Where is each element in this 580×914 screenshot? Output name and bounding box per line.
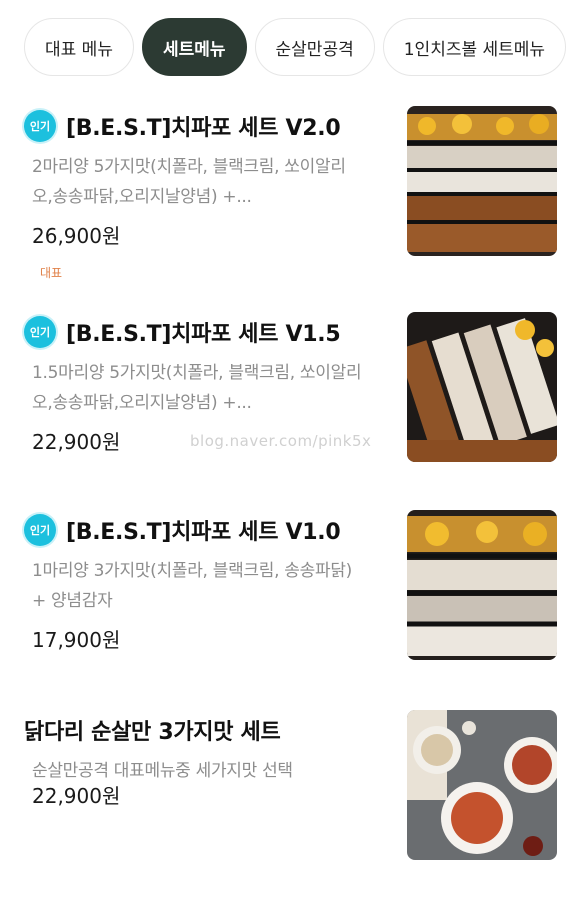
popular-badge: 인기 bbox=[24, 110, 56, 142]
watermark: blog.naver.com/pink5x bbox=[190, 432, 372, 450]
tab-cheeseball-set[interactable]: 1인치즈볼 세트메뉴 bbox=[382, 18, 567, 76]
menu-item-photo bbox=[407, 106, 557, 256]
menu-item-price: 17,900원 bbox=[32, 628, 121, 652]
menu-item-photo bbox=[407, 510, 557, 660]
menu-item-title-row: 인기 [B.E.S.T]치파포 세트 V1.5 bbox=[24, 316, 341, 348]
menu-item-description: 1마리양 3가지맛(치폴라, 블랙크림, 송송파닭) + 양념감자 bbox=[32, 561, 352, 611]
menu-item-title-row: 닭다리 순살만 3가지맛 세트 bbox=[24, 714, 281, 746]
category-tabs: 대표 메뉴 세트메뉴 순살만공격 1인치즈볼 세트메뉴 bbox=[24, 18, 567, 76]
menu-item-price: 26,900원 bbox=[32, 224, 121, 248]
menu-item[interactable]: 닭다리 순살만 3가지맛 세트 순살만공격 대표메뉴중 세가지맛 선택 22,9… bbox=[0, 708, 580, 914]
menu-item-name: [B.E.S.T]치파포 세트 V2.0 bbox=[66, 116, 341, 141]
menu-item-name: 닭다리 순살만 3가지맛 세트 bbox=[24, 720, 281, 745]
menu-item-title-row: 인기 [B.E.S.T]치파포 세트 V1.0 bbox=[24, 514, 341, 546]
popular-badge: 인기 bbox=[24, 514, 56, 546]
tab-set-menu[interactable]: 세트메뉴 bbox=[141, 18, 247, 76]
menu-item-photo bbox=[407, 312, 557, 462]
menu-item[interactable]: 인기 [B.E.S.T]치파포 세트 V2.0 2마리양 5가지맛(치폴라, 블… bbox=[0, 104, 580, 310]
menu-item-description: 2마리양 5가지맛(치폴라, 블랙크림, 쏘이알리오,송송파닭,오리지날양념) … bbox=[32, 157, 346, 207]
menu-list: 인기 [B.E.S.T]치파포 세트 V2.0 2마리양 5가지맛(치폴라, 블… bbox=[0, 104, 580, 914]
tab-representative-menu[interactable]: 대표 메뉴 bbox=[24, 18, 134, 76]
menu-item[interactable]: 인기 [B.E.S.T]치파포 세트 V1.0 1마리양 3가지맛(치폴라, 블… bbox=[0, 508, 580, 708]
menu-item-price: 22,900원 bbox=[32, 784, 121, 808]
tab-boneless-attack[interactable]: 순살만공격 bbox=[254, 18, 375, 76]
menu-item-photo bbox=[407, 710, 557, 860]
menu-item-name: [B.E.S.T]치파포 세트 V1.5 bbox=[66, 322, 341, 347]
menu-item-description: 1.5마리양 5가지맛(치폴라, 블랙크림, 쏘이알리오,송송파닭,오리지날양념… bbox=[32, 363, 362, 413]
representative-tag: 대표 bbox=[40, 266, 63, 280]
menu-item-title-row: 인기 [B.E.S.T]치파포 세트 V2.0 bbox=[24, 110, 341, 142]
popular-badge: 인기 bbox=[24, 316, 56, 348]
menu-item-price: 22,900원 bbox=[32, 430, 121, 454]
menu-item[interactable]: 인기 [B.E.S.T]치파포 세트 V1.5 1.5마리양 5가지맛(치폴라,… bbox=[0, 310, 580, 508]
menu-item-name: [B.E.S.T]치파포 세트 V1.0 bbox=[66, 520, 341, 545]
